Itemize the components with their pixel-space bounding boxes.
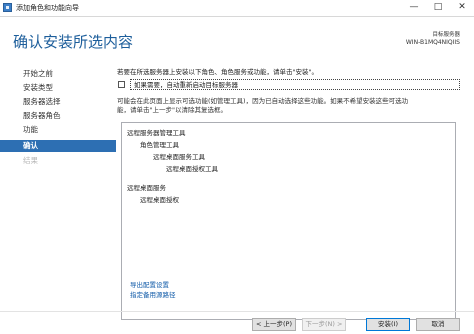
install-button[interactable]: 安装(I) [366, 318, 410, 331]
note-line-2: 能，请单击"上一步"以清除其复选框。 [117, 106, 227, 114]
minimize-button[interactable]: — [402, 0, 426, 15]
restart-option[interactable]: 如果需要，自动重新启动目标服务器 [117, 79, 462, 91]
feature-item: 角色管理工具 [140, 141, 179, 149]
note-line-1: 可能会在此页面上显示可选功能(如管理工具)，因为已自动选择这些功能。如果不希望安… [117, 97, 409, 105]
intro-text: 若要在所选服务器上安装以下角色、角色服务或功能，请单击"安装"。 [117, 68, 318, 76]
server-manager-icon [3, 3, 12, 12]
feature-item: 远程服务器管理工具 [127, 129, 186, 137]
feature-item: 远程桌面服务工具 [153, 153, 205, 161]
nav-item-server-selection[interactable]: 服务器选择 [0, 96, 116, 108]
footer-divider [0, 311, 474, 312]
page-title: 确认安装所选内容 [13, 33, 134, 51]
nav-item-features[interactable]: 功能 [0, 124, 116, 136]
window-titlebar: 添加角色和功能向导 — □ ✕ [0, 0, 474, 17]
window-title: 添加角色和功能向导 [16, 4, 79, 12]
wizard-nav: 开始之前 安装类型 服务器选择 服务器角色 功能 确认 结果 [0, 60, 118, 310]
nav-item-confirmation[interactable]: 确认 [0, 140, 116, 152]
cancel-button[interactable]: 取消 [416, 318, 460, 331]
previous-button[interactable]: < 上一步(P) [252, 318, 296, 331]
maximize-button[interactable]: □ [426, 0, 450, 15]
nav-item-results: 结果 [23, 156, 38, 165]
alternate-source-link[interactable]: 指定备用源路径 [130, 289, 176, 299]
next-button: 下一步(N) > [302, 318, 346, 331]
restart-checkbox[interactable] [118, 81, 125, 88]
feature-item: 远程桌面服务 [127, 184, 166, 192]
close-button[interactable]: ✕ [450, 0, 474, 15]
feature-item: 远程桌面授权工具 [166, 165, 218, 173]
optional-features-note: 可能会在此页面上显示可选功能(如管理工具)，因为已自动选择这些功能。如果不希望安… [117, 97, 462, 115]
feature-item: 远程桌面授权 [140, 196, 179, 204]
nav-item-before-you-begin[interactable]: 开始之前 [0, 68, 116, 80]
nav-item-installation-type[interactable]: 安装类型 [0, 82, 116, 94]
wizard-header: 确认安装所选内容 目标服务器 WIN-B1MQ4NIQIIS [0, 17, 474, 59]
destination-server-name: WIN-B1MQ4NIQIIS [405, 39, 460, 46]
restart-checkbox-label[interactable]: 如果需要，自动重新启动目标服务器 [130, 79, 460, 90]
export-config-link[interactable]: 导出配置设置 [130, 279, 169, 289]
nav-item-server-roles[interactable]: 服务器角色 [0, 110, 116, 122]
destination-server-label: 目标服务器 [432, 32, 460, 38]
